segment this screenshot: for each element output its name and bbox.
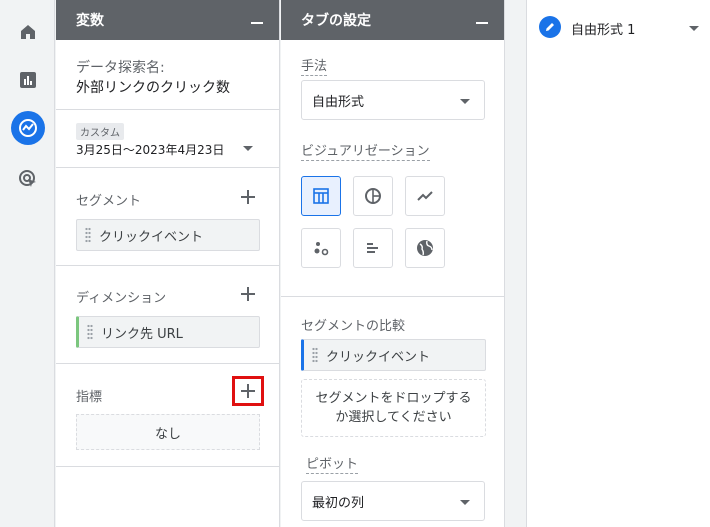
add-segment-button[interactable] — [237, 186, 259, 208]
date-range-tag: カスタム — [76, 123, 124, 140]
chevron-down-icon — [460, 500, 470, 505]
drag-handle-icon[interactable] — [312, 347, 318, 363]
pivot-label: ピボット — [306, 453, 359, 474]
app-root: 変数 データ探索名: 外部リンクのクリック数 カスタム 3月25日～2023年4… — [0, 0, 710, 527]
pivot-value: 最初の列 — [312, 495, 365, 511]
variables-panel-title: 変数 — [76, 13, 104, 29]
dimension-chip-label: リンク先 URL — [101, 326, 183, 342]
viz-scatter-button[interactable] — [301, 228, 341, 268]
explore-nav-button[interactable] — [11, 111, 45, 145]
add-dimension-button[interactable] — [237, 283, 259, 305]
advertising-nav-button[interactable] — [11, 162, 45, 196]
segment-drop-zone[interactable]: セグメントをドロップするか選択してください — [301, 379, 486, 437]
exploration-name-label: データ探索名: — [76, 60, 165, 76]
variables-panel-header: 変数 — [56, 0, 279, 40]
exploration-name-section: データ探索名: 外部リンクのクリック数 — [56, 40, 279, 110]
line-chart-icon — [417, 191, 433, 201]
viz-line-button[interactable] — [405, 176, 445, 216]
bar-chart-nav-icon — [20, 72, 36, 88]
pivot-select[interactable]: 最初の列 — [301, 481, 485, 521]
globe-icon — [417, 240, 433, 256]
variables-panel: 変数 データ探索名: 外部リンクのクリック数 カスタム 3月25日～2023年4… — [56, 0, 280, 527]
segment-compare-chip[interactable]: クリックイベント — [301, 339, 486, 371]
canvas-area: 自由形式 1 — [526, 0, 710, 527]
collapse-tab-settings-button[interactable] — [476, 22, 488, 24]
segment-compare-chip-label: クリックイベント — [326, 349, 431, 365]
add-metric-button[interactable] — [232, 376, 264, 406]
technique-label: 手法 — [301, 55, 328, 76]
drag-handle-icon[interactable] — [85, 227, 91, 243]
tab-menu-chevron-icon[interactable] — [689, 26, 699, 31]
segment-label: セグメント — [76, 194, 142, 209]
viz-table-button[interactable] — [301, 176, 341, 216]
viz-bar-button[interactable] — [353, 228, 393, 268]
visualization-label: ビジュアリゼーション — [301, 140, 430, 161]
tab-settings-title: タブの設定 — [301, 13, 371, 29]
bar-chart-icon — [367, 243, 378, 253]
technique-select[interactable]: 自由形式 — [301, 80, 485, 120]
date-range-value[interactable]: 3月25日～2023年4月23日 — [76, 141, 224, 158]
segment-section: セグメント クリックイベント — [56, 168, 279, 266]
tab-settings-panel: タブの設定 手法 自由形式 ビジュアリゼーション セグメントの比較 クリックイベ… — [281, 0, 505, 527]
dimension-label: ディメンション — [76, 291, 167, 306]
segment-drop-text: セグメントをドロップするか選択してください — [315, 391, 472, 425]
tab-name[interactable]: 自由形式 1 — [571, 19, 635, 38]
segment-compare-label: セグメントの比較 — [301, 319, 406, 334]
dimension-chip[interactable]: リンク先 URL — [76, 316, 260, 348]
reports-nav-button[interactable] — [11, 63, 45, 97]
home-icon — [21, 25, 35, 39]
edit-tab-button[interactable] — [539, 16, 561, 38]
divider — [281, 296, 504, 297]
collapse-variables-button[interactable] — [251, 22, 263, 24]
technique-value: 自由形式 — [312, 94, 365, 110]
metric-section: 指標 なし — [56, 364, 279, 467]
pencil-icon — [546, 23, 554, 31]
metric-label: 指標 — [76, 390, 103, 405]
chevron-down-icon — [460, 99, 470, 104]
date-range-section[interactable]: カスタム 3月25日～2023年4月23日 — [56, 110, 279, 168]
segment-chip[interactable]: クリックイベント — [76, 219, 260, 251]
segment-chip-label: クリックイベント — [99, 229, 204, 245]
dimension-section: ディメンション リンク先 URL — [56, 266, 279, 364]
table-icon — [313, 188, 329, 204]
left-nav — [0, 0, 55, 527]
explore-icon — [19, 119, 37, 137]
chevron-down-icon[interactable] — [243, 146, 253, 151]
scatter-icon — [314, 242, 329, 256]
cursor-target-icon — [19, 170, 36, 187]
viz-geo-button[interactable] — [405, 228, 445, 268]
donut-chart-icon — [365, 188, 381, 204]
drag-handle-icon[interactable] — [87, 324, 93, 340]
home-nav-button[interactable] — [11, 15, 45, 49]
exploration-name[interactable]: 外部リンクのクリック数 — [76, 77, 230, 97]
tab-settings-header: タブの設定 — [281, 0, 504, 40]
viz-donut-button[interactable] — [353, 176, 393, 216]
metric-empty-dropzone[interactable]: なし — [76, 414, 260, 450]
metric-empty-text: なし — [154, 426, 181, 442]
